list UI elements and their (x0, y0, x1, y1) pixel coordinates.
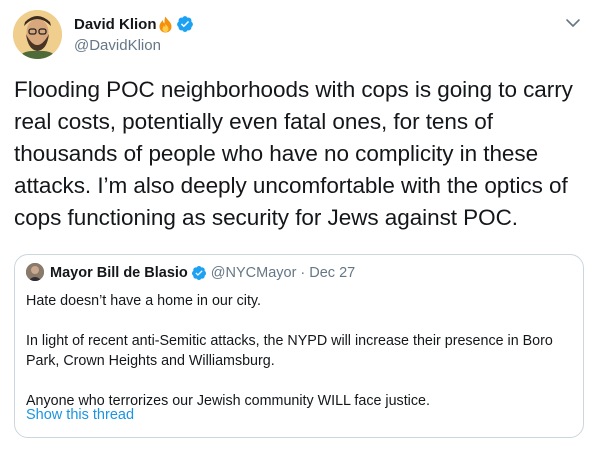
author-info[interactable]: David Klion @DavidKlion (74, 14, 194, 54)
quoted-text: Hate doesn’t have a home in our city. In… (26, 291, 578, 411)
author-name-row: David Klion (74, 14, 194, 34)
quoted-paragraph: Hate doesn’t have a home in our city. (26, 293, 261, 309)
show-thread-link[interactable]: Show this thread (26, 407, 134, 423)
quoted-tweet[interactable]: Mayor Bill de Blasio @NYCMayor · Dec 27 … (14, 254, 584, 438)
separator-dot: · (300, 265, 306, 281)
quoted-header: Mayor Bill de Blasio @NYCMayor · Dec 27 (50, 263, 355, 283)
chevron-down-icon[interactable] (562, 14, 584, 32)
tweet-text: Flooding POC neighborhoods with cops is … (14, 77, 573, 230)
author-name[interactable]: David Klion (74, 16, 157, 33)
quoted-author-name: Mayor Bill de Blasio (50, 265, 188, 281)
verified-badge-icon (191, 265, 207, 281)
author-handle[interactable]: @DavidKlion (74, 37, 194, 54)
tweet: David Klion @DavidKlion Flooding POC nei… (0, 0, 596, 455)
quoted-date: Dec 27 (309, 265, 356, 281)
quoted-author-handle: @NYCMayor (210, 265, 297, 281)
quoted-paragraph: In light of recent anti-Semitic attacks,… (26, 333, 553, 369)
quoted-author-avatar (26, 263, 44, 281)
verified-badge-icon (176, 15, 194, 33)
author-avatar[interactable] (13, 10, 62, 59)
fire-icon (158, 16, 173, 33)
